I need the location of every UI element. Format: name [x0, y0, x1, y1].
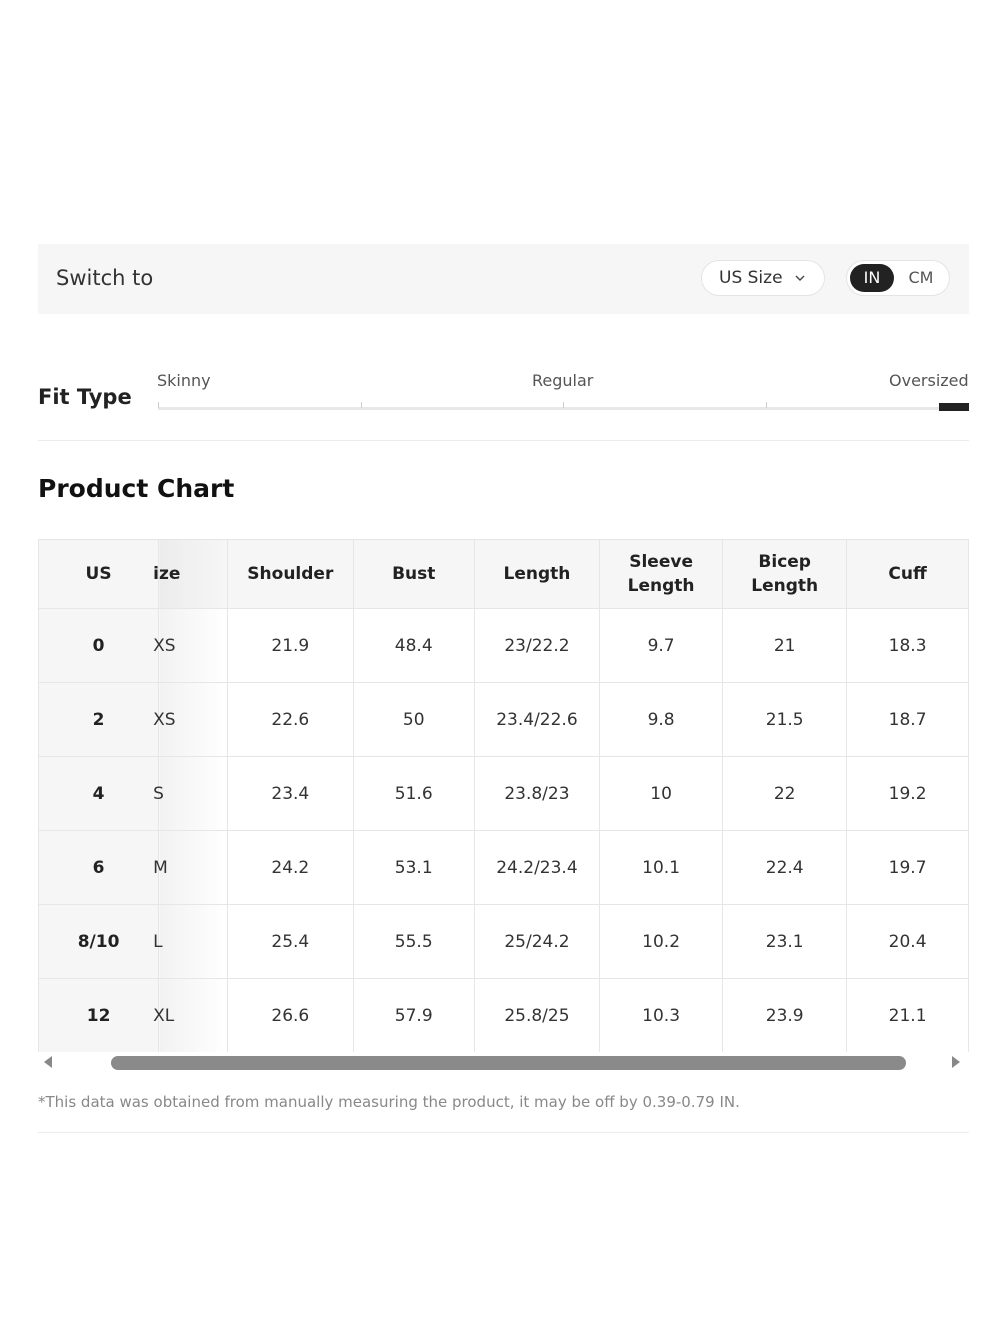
cell-cuff: 19.2 — [846, 756, 969, 831]
col-header-size-text: ize — [153, 564, 181, 584]
unit-cm-option[interactable]: CM — [899, 264, 943, 292]
col-header-sleeve-length: Sleeve Length — [599, 539, 724, 609]
section-divider — [38, 1132, 969, 1133]
col-header-length: Length — [473, 539, 601, 609]
size-guide-page: Switch to US Size IN CM Fit Type Skinny … — [0, 0, 1000, 1333]
fit-label-regular: Regular — [532, 371, 594, 390]
cell-sleeve-length: 10.3 — [599, 978, 724, 1052]
cell-shoulder: 24.2 — [227, 830, 354, 905]
horizontal-scrollbar-thumb[interactable] — [111, 1056, 906, 1070]
col-header-shoulder: Shoulder — [227, 539, 354, 609]
cell-us: 8/10 — [38, 904, 160, 979]
measurement-note: *This data was obtained from manually me… — [38, 1093, 740, 1111]
size-system-value: US Size — [719, 268, 783, 288]
cell-us: 6 — [38, 830, 160, 905]
cell-size: L — [153, 904, 229, 979]
table-row: 2 XS 22.6 50 23.4/22.6 9.8 21.5 18.7 — [38, 682, 969, 757]
cell-cuff: 21.1 — [846, 978, 969, 1052]
cell-sleeve-length: 9.7 — [599, 608, 724, 683]
fit-selected-indicator — [939, 403, 969, 411]
cell-size-text: XS — [153, 709, 176, 730]
section-divider — [38, 440, 969, 441]
size-system-select[interactable]: US Size — [701, 260, 825, 296]
cell-shoulder: 21.9 — [227, 608, 354, 683]
table-row: 6 M 24.2 53.1 24.2/23.4 10.1 22.4 19.7 — [38, 830, 969, 905]
cell-size-text: M — [153, 857, 168, 878]
fit-scale-tick — [563, 402, 564, 408]
cell-cuff: 18.7 — [846, 682, 969, 757]
col-header-cuff: Cuff — [846, 539, 969, 609]
cell-us: 12 — [38, 978, 160, 1052]
cell-sleeve-length: 10.2 — [599, 904, 724, 979]
col-header-size: ize — [153, 539, 229, 609]
table-row: 0 XS 21.9 48.4 23/22.2 9.7 21 18.3 — [38, 608, 969, 683]
cell-bicep-length: 23.1 — [722, 904, 848, 979]
cell-us: 0 — [38, 608, 160, 683]
cell-bust: 51.6 — [352, 756, 475, 831]
cell-length: 23.4/22.6 — [473, 682, 601, 757]
cell-size: XS — [153, 608, 229, 683]
table-row: 12 XL 26.6 57.9 25.8/25 10.3 23.9 21.1 — [38, 978, 969, 1052]
fit-label-oversized: Oversized — [889, 371, 969, 390]
cell-length: 24.2/23.4 — [473, 830, 601, 905]
cell-size: XL — [153, 978, 229, 1052]
cell-bicep-length: 22.4 — [722, 830, 848, 905]
cell-bust: 55.5 — [352, 904, 475, 979]
cell-cuff: 19.7 — [846, 830, 969, 905]
cell-bicep-length: 21 — [722, 608, 848, 683]
table-row: 4 S 23.4 51.6 23.8/23 10 22 19.2 — [38, 756, 969, 831]
col-header-bicep-length: Bicep Length — [722, 539, 848, 609]
fit-scale-tick — [766, 402, 767, 408]
fit-type-title: Fit Type — [38, 385, 132, 409]
fit-scale-tick — [158, 402, 159, 408]
cell-us: 2 — [38, 682, 160, 757]
cell-shoulder: 23.4 — [227, 756, 354, 831]
cell-size-text: S — [153, 783, 164, 804]
table-header-row: US ize Shoulder Bust Length Sleeve Lengt… — [38, 539, 969, 609]
table-row: 8/10 L 25.4 55.5 25/24.2 10.2 23.1 20.4 — [38, 904, 969, 979]
cell-size: XS — [153, 682, 229, 757]
arrow-right-icon[interactable] — [952, 1056, 960, 1068]
cell-size: S — [153, 756, 229, 831]
cell-size-text: L — [153, 931, 163, 952]
cell-bust: 48.4 — [352, 608, 475, 683]
cell-bicep-length: 22 — [722, 756, 848, 831]
cell-shoulder: 26.6 — [227, 978, 354, 1052]
cell-size-text: XL — [153, 1005, 175, 1026]
cell-length: 25.8/25 — [473, 978, 601, 1052]
cell-sleeve-length: 10 — [599, 756, 724, 831]
cell-length: 23.8/23 — [473, 756, 601, 831]
col-header-bust: Bust — [352, 539, 475, 609]
switch-bar: Switch to US Size IN CM — [38, 244, 969, 314]
cell-cuff: 20.4 — [846, 904, 969, 979]
cell-length: 25/24.2 — [473, 904, 601, 979]
cell-us: 4 — [38, 756, 160, 831]
cell-bicep-length: 23.9 — [722, 978, 848, 1052]
col-header-us: US — [38, 539, 160, 609]
cell-shoulder: 22.6 — [227, 682, 354, 757]
size-table-scroll-area[interactable]: US ize Shoulder Bust Length Sleeve Lengt… — [38, 539, 969, 1052]
product-chart-title: Product Chart — [38, 474, 235, 503]
arrow-left-icon[interactable] — [44, 1056, 52, 1068]
cell-bicep-length: 21.5 — [722, 682, 848, 757]
unit-toggle: IN CM — [846, 260, 950, 296]
cell-size-text: XS — [153, 635, 176, 656]
cell-sleeve-length: 10.1 — [599, 830, 724, 905]
chevron-down-icon — [795, 275, 805, 281]
cell-length: 23/22.2 — [473, 608, 601, 683]
size-table: US ize Shoulder Bust Length Sleeve Lengt… — [38, 539, 969, 1052]
fit-scale-tick — [361, 402, 362, 408]
cell-cuff: 18.3 — [846, 608, 969, 683]
cell-bust: 57.9 — [352, 978, 475, 1052]
unit-in-option[interactable]: IN — [850, 264, 894, 292]
cell-bust: 50 — [352, 682, 475, 757]
cell-bust: 53.1 — [352, 830, 475, 905]
switch-to-label: Switch to — [56, 266, 154, 290]
cell-sleeve-length: 9.8 — [599, 682, 724, 757]
cell-shoulder: 25.4 — [227, 904, 354, 979]
fit-label-skinny: Skinny — [157, 371, 211, 390]
cell-size: M — [153, 830, 229, 905]
